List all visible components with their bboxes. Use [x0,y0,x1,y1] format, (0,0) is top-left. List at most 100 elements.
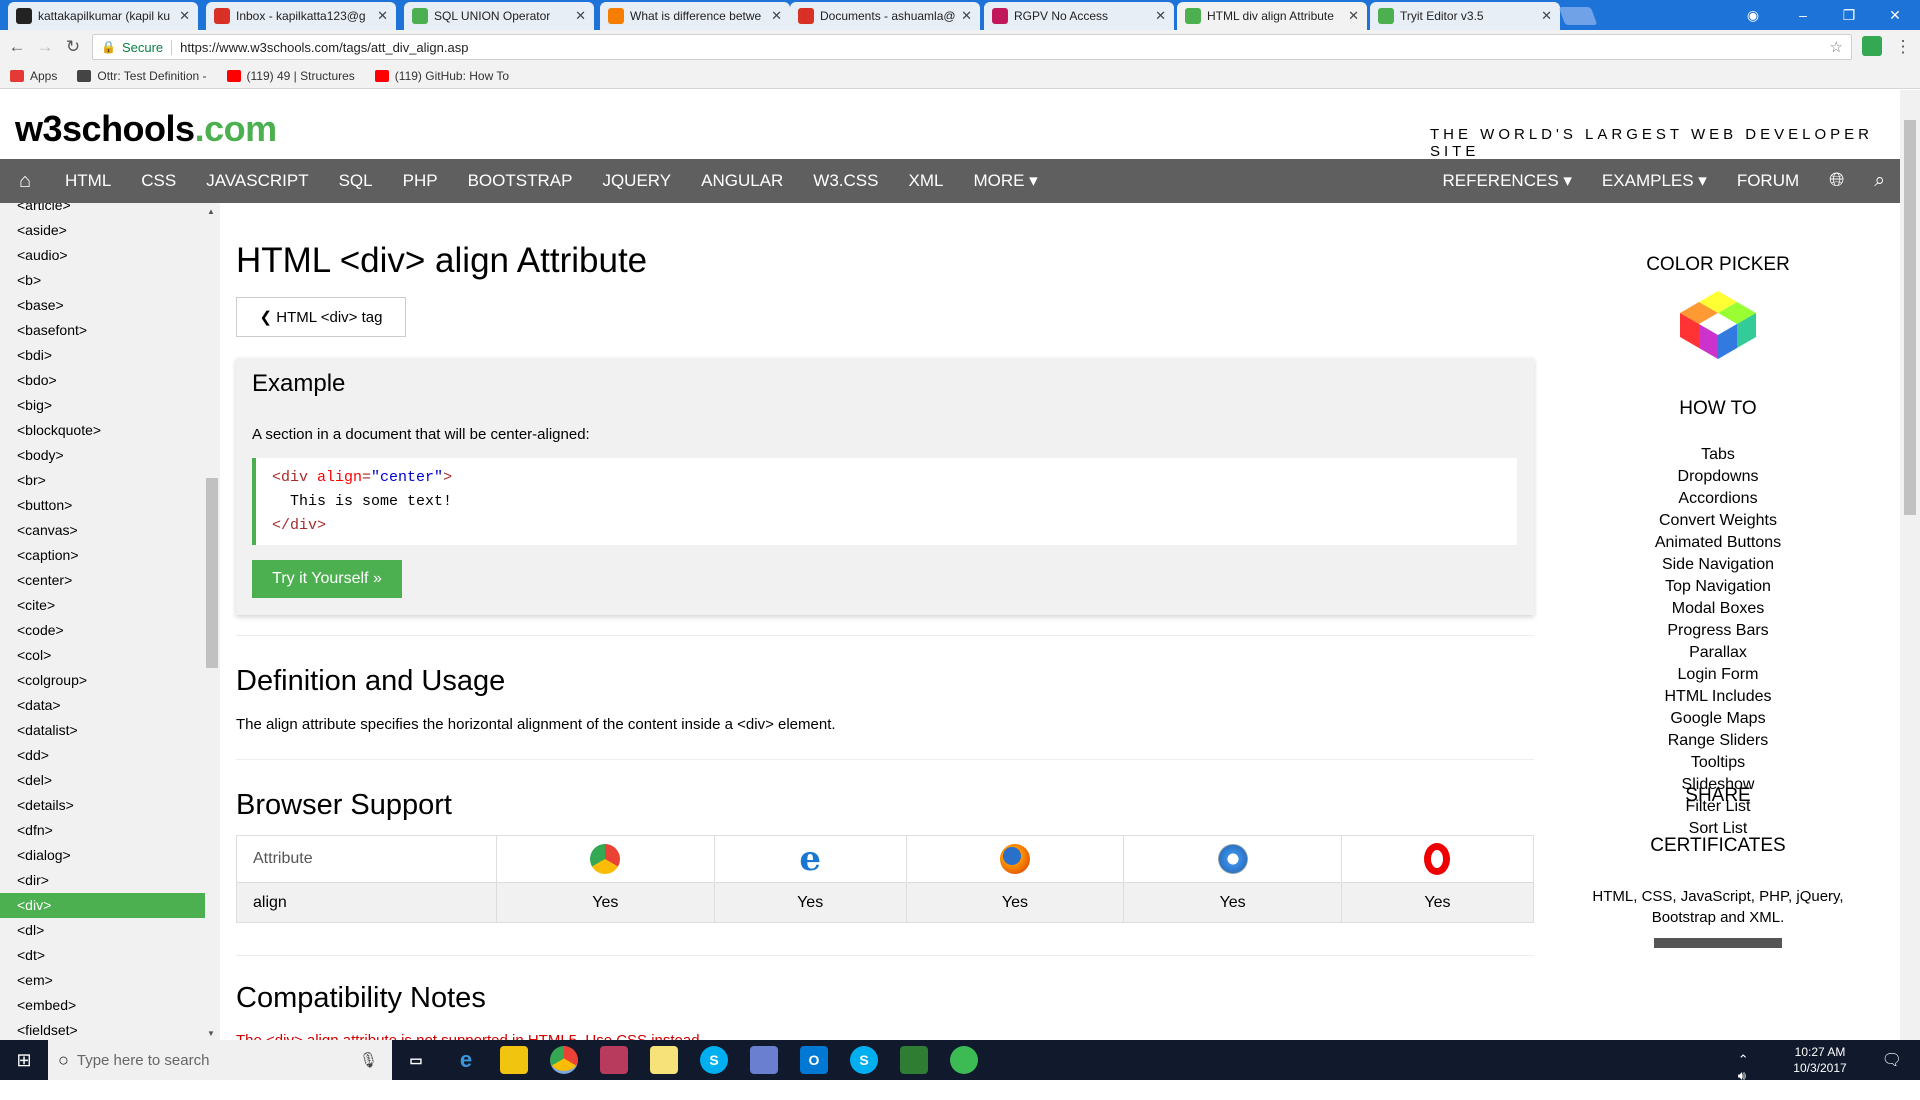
tab-close-icon[interactable]: ✕ [771,8,782,24]
left-menu-item[interactable]: <bdi> [0,343,205,368]
left-menu-item[interactable]: <canvas> [0,518,205,543]
nav-right-item[interactable]: EXAMPLES ▾ [1587,159,1722,203]
left-menu-item[interactable]: <blockquote> [0,418,205,443]
back-arrow-icon[interactable]: ← [6,36,28,58]
w3schools-logo[interactable]: w3schools.com [15,108,277,150]
tab-close-icon[interactable]: ✕ [1541,8,1552,24]
menu-icon[interactable]: ⋮ [1892,36,1914,58]
skype-business-icon[interactable]: S [850,1046,878,1074]
left-menu-item[interactable]: <embed> [0,993,205,1018]
left-menu-item[interactable]: <data> [0,693,205,718]
maximize-button[interactable]: ❐ [1826,0,1872,30]
left-menu-item[interactable]: <article> [0,203,205,218]
howto-link[interactable]: Tabs [1578,444,1858,466]
edge-taskbar-icon[interactable]: e [452,1046,480,1074]
howto-link[interactable]: Google Maps [1578,708,1858,730]
howto-link[interactable]: Dropdowns [1578,466,1858,488]
nav-item[interactable]: HTML [50,159,126,203]
browser-tab[interactable]: Documents - ashuamla@ ✕ [790,2,980,30]
profile-icon[interactable]: ◉ [1730,0,1776,30]
task-view-icon[interactable]: ▭ [402,1046,430,1074]
left-menu-item[interactable]: <em> [0,968,205,993]
howto-link[interactable]: Accordions [1578,488,1858,510]
left-menu-item[interactable]: <details> [0,793,205,818]
left-menu-item[interactable]: <basefont> [0,318,205,343]
left-menu-item[interactable]: <base> [0,293,205,318]
left-menu-item[interactable]: <button> [0,493,205,518]
tab-close-icon[interactable]: ✕ [179,8,190,24]
howto-link[interactable]: Tooltips [1578,752,1858,774]
search-icon[interactable]: ⌕ [1859,159,1900,203]
left-menu-item[interactable]: <cite> [0,593,205,618]
nav-item[interactable]: BOOTSTRAP [453,159,588,203]
nav-right-item[interactable]: REFERENCES ▾ [1427,159,1586,203]
reload-icon[interactable]: ↻ [62,36,84,58]
home-icon[interactable]: ⌂ [0,159,50,203]
certificate-image[interactable] [1654,938,1782,948]
tab-close-icon[interactable]: ✕ [575,8,586,24]
taskbar-search[interactable]: ○ Type here to search 🎙︎ [48,1040,392,1080]
howto-link[interactable]: HTML Includes [1578,686,1858,708]
left-menu-item[interactable]: <del> [0,768,205,793]
howto-link[interactable]: Progress Bars [1578,620,1858,642]
left-menu-item[interactable]: <colgroup> [0,668,205,693]
bookmark-item[interactable]: (119) GitHub: How To [374,69,509,83]
howto-link[interactable]: Modal Boxes [1578,598,1858,620]
nav-item[interactable]: XML [893,159,958,203]
clock-time[interactable]: 10:27 AM [1780,1045,1860,1059]
globe-icon[interactable]: 🌐︎ [1814,159,1859,203]
left-menu-item[interactable]: <col> [0,643,205,668]
url-text[interactable]: https://www.w3schools.com/tags/att_div_a… [180,40,468,55]
nav-item[interactable]: PHP [388,159,453,203]
app2-taskbar-icon[interactable] [750,1046,778,1074]
left-menu-item[interactable]: <caption> [0,543,205,568]
tab-close-icon[interactable]: ✕ [1348,8,1359,24]
notifications-icon[interactable]: 🗨︎ [1882,1050,1902,1070]
left-menu-item[interactable]: <big> [0,393,205,418]
browser-tab[interactable]: SQL UNION Operator ✕ [404,2,594,30]
nav-item[interactable]: JAVASCRIPT [191,159,323,203]
left-menu-scroll-thumb[interactable] [206,478,218,668]
browser-tab[interactable]: RGPV No Access ✕ [984,2,1174,30]
howto-link[interactable]: Login Form [1578,664,1858,686]
browser-tab[interactable]: Tryit Editor v3.5 ✕ [1370,2,1560,30]
left-menu-item[interactable]: <audio> [0,243,205,268]
left-menu-item[interactable]: <div> [0,893,205,918]
left-menu-item[interactable]: <dialog> [0,843,205,868]
left-menu-item[interactable]: <aside> [0,218,205,243]
left-menu-item[interactable]: <body> [0,443,205,468]
scroll-down-arrow-icon[interactable]: ▼ [207,1029,215,1038]
bookmark-item[interactable]: Apps [10,69,57,83]
color-picker-heading[interactable]: COLOR PICKER [1578,254,1858,276]
howto-link[interactable]: Range Sliders [1578,730,1858,752]
bookmark-star-icon[interactable]: ☆ [1830,38,1843,56]
app-taskbar-icon[interactable] [600,1046,628,1074]
scroll-up-arrow-icon[interactable]: ▲ [207,207,215,216]
left-menu-item[interactable]: <code> [0,618,205,643]
howto-link[interactable]: Animated Buttons [1578,532,1858,554]
close-window-button[interactable]: ✕ [1872,0,1918,30]
browser-tab[interactable]: HTML div align Attribute ✕ [1177,2,1367,30]
nav-item[interactable]: MORE ▾ [958,159,1052,203]
file-explorer-icon[interactable] [500,1046,528,1074]
left-menu-item[interactable]: <center> [0,568,205,593]
browser-tab[interactable]: Inbox - kapilkatta123@g ✕ [206,2,396,30]
left-menu-item[interactable]: <dir> [0,868,205,893]
nav-item[interactable]: W3.CSS [798,159,893,203]
left-menu-item[interactable]: <br> [0,468,205,493]
certificates-line-1[interactable]: HTML, CSS, JavaScript, PHP, jQuery, [1578,888,1858,905]
howto-link[interactable]: Top Navigation [1578,576,1858,598]
nav-item[interactable]: ANGULAR [686,159,798,203]
left-menu-item[interactable]: <dl> [0,918,205,943]
nav-item[interactable]: SQL [324,159,388,203]
color-picker-icon[interactable] [1680,291,1756,361]
left-menu-item[interactable]: <dt> [0,943,205,968]
new-tab-button[interactable] [1558,7,1598,25]
tray-icons[interactable]: ⌃ 🔊︎ ▭ [1738,1052,1750,1100]
bookmark-item[interactable]: Ottr: Test Definition - [77,69,207,83]
outlook-icon[interactable]: O [800,1046,828,1074]
tab-close-icon[interactable]: ✕ [1155,8,1166,24]
extension-icon[interactable] [1862,36,1882,56]
page-scroll-thumb[interactable] [1904,120,1916,515]
tab-close-icon[interactable]: ✕ [377,8,388,24]
